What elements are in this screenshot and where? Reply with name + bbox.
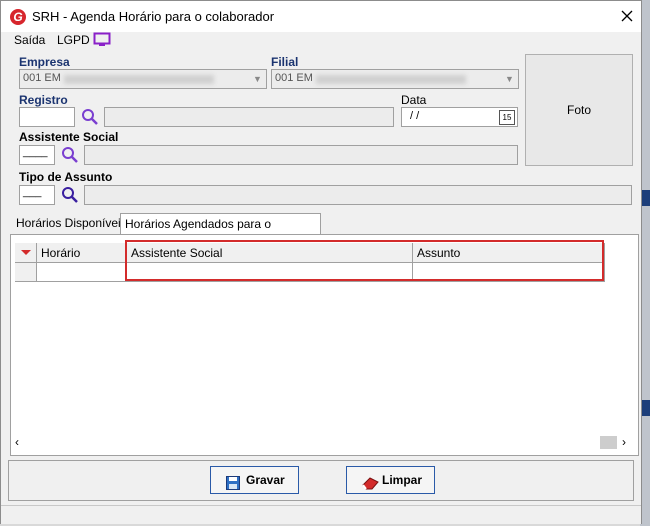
column-header-horario[interactable]: Horário <box>37 243 127 263</box>
close-icon <box>621 10 633 22</box>
tipo-assunto-name-field <box>84 185 632 205</box>
redacted-text <box>316 75 466 84</box>
search-icon[interactable] <box>61 146 79 164</box>
data-value: / / <box>410 110 420 122</box>
row-indicator[interactable] <box>15 263 37 282</box>
registro-label: Registro <box>19 93 68 107</box>
filial-value: 001 EM <box>275 72 313 84</box>
button-panel <box>8 460 634 501</box>
data-label: Data <box>401 93 427 107</box>
redacted-text <box>64 75 214 84</box>
assistente-label: Assistente Social <box>19 130 119 144</box>
tipo-assunto-code-input[interactable]: ___ <box>19 185 55 205</box>
tipo-assunto-code-value: ___ <box>23 186 42 198</box>
window-title: SRH - Agenda Horário para o colaborador <box>32 9 275 24</box>
search-icon[interactable] <box>61 186 79 204</box>
limpar-button-label: Limpar <box>382 473 423 487</box>
app-logo: G <box>10 9 26 25</box>
chevron-left-icon[interactable]: ‹ <box>15 435 19 449</box>
gravar-button-label: Gravar <box>246 473 285 487</box>
status-bar <box>1 505 641 524</box>
horizontal-scrollbar[interactable]: ‹ › <box>11 434 638 451</box>
empresa-value: 001 EM <box>23 72 61 84</box>
tab-horarios-agendados[interactable]: Horários Agendados para o colaborador <box>120 213 321 252</box>
tipo-assunto-label: Tipo de Assunto <box>19 170 113 184</box>
chevron-right-icon[interactable]: › <box>622 435 626 449</box>
menu-item-saida[interactable]: Saída <box>14 33 45 47</box>
data-input[interactable]: / / 15 <box>401 107 518 127</box>
assistente-name-field <box>84 145 518 165</box>
assistente-code-value: ____ <box>23 146 48 158</box>
close-button[interactable] <box>618 5 636 27</box>
grid-indicator-header <box>15 243 37 263</box>
eraser-icon <box>362 473 380 490</box>
search-icon[interactable] <box>81 108 99 126</box>
registro-name-field <box>104 107 394 127</box>
assistente-code-input[interactable]: ____ <box>19 145 55 165</box>
highlight-box <box>125 240 604 281</box>
registro-input[interactable] <box>19 107 75 127</box>
empresa-select[interactable]: 001 EM ▼ <box>19 69 267 89</box>
filial-label: Filial <box>271 55 299 69</box>
chevron-down-icon[interactable]: ▼ <box>250 71 265 87</box>
menu-item-lgpd[interactable]: LGPD <box>57 33 90 47</box>
chevron-down-icon[interactable]: ▼ <box>502 71 517 87</box>
filial-select[interactable]: 001 EM ▼ <box>271 69 519 89</box>
grid-cell-horario[interactable] <box>37 263 127 282</box>
save-icon <box>226 473 240 490</box>
scrollbar-thumb[interactable] <box>600 436 617 449</box>
gravar-button[interactable]: Gravar <box>210 466 299 494</box>
empresa-label: Empresa <box>19 55 70 69</box>
tab-horarios-disponiveis[interactable]: Horários Disponíveis <box>12 213 131 234</box>
monitor-icon[interactable] <box>93 32 111 50</box>
limpar-button[interactable]: Limpar <box>346 466 435 494</box>
photo-label: Foto <box>566 103 591 117</box>
sort-down-icon <box>21 250 31 255</box>
calendar-icon[interactable]: 15 <box>499 110 515 125</box>
